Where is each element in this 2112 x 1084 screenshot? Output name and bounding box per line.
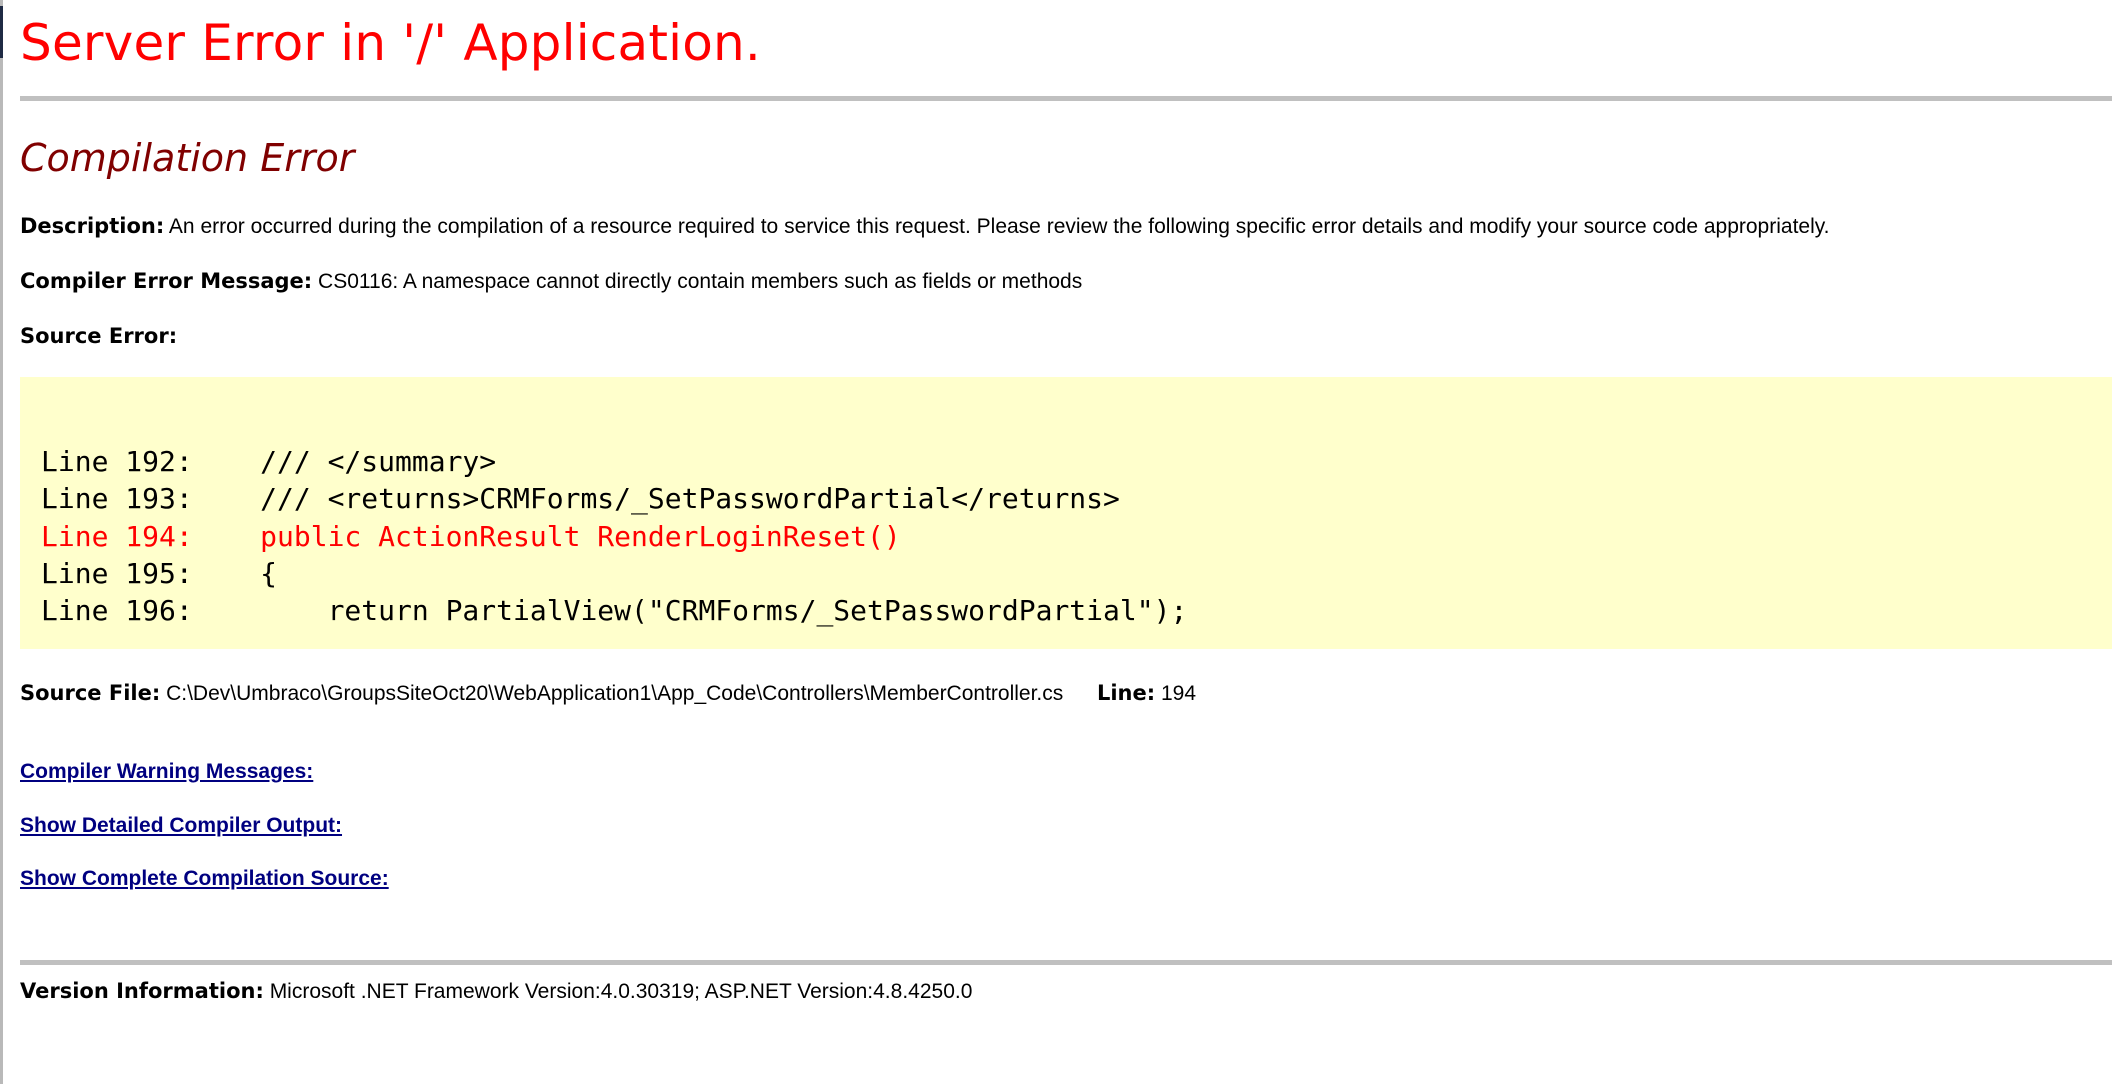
compiler-error-label: Compiler Error Message: xyxy=(20,269,313,293)
compiler-error-row: Compiler Error Message: CS0116: A namesp… xyxy=(20,268,1082,295)
line-number: 194 xyxy=(1160,682,1197,705)
code-line: Line 196: return PartialView("CRMForms/_… xyxy=(41,594,1188,628)
description-label: Description: xyxy=(20,214,165,238)
description-text: An error occurred during the compilation… xyxy=(168,215,1830,238)
source-error-row: Source Error: xyxy=(20,323,177,350)
source-code: Line 192: /// </summary> Line 193: /// <r… xyxy=(41,443,1187,629)
title-divider xyxy=(20,96,2112,101)
code-line: Line 195: { xyxy=(41,556,278,590)
page-title: Server Error in '/' Application. xyxy=(20,14,761,72)
compiler-error-text: CS0116: A namespace cannot directly cont… xyxy=(318,270,1083,293)
line-label: Line: xyxy=(1096,681,1156,705)
source-code-box: Line 192: /// </summary> Line 193: /// <r… xyxy=(20,377,2112,649)
version-text: Microsoft .NET Framework Version:4.0.303… xyxy=(269,980,973,1003)
compiler-warnings-link[interactable]: Compiler Warning Messages: xyxy=(20,760,313,783)
version-label: Version Information: xyxy=(20,979,264,1003)
source-file-label: Source File: xyxy=(20,681,161,705)
source-file-row: Source File: C:\Dev\Umbraco\GroupsSiteOc… xyxy=(20,680,1196,707)
code-line-error: Line 194: public ActionResult RenderLogi… xyxy=(41,519,901,553)
detailed-output-link[interactable]: Show Detailed Compiler Output: xyxy=(20,814,342,837)
source-file-path: C:\Dev\Umbraco\GroupsSiteOct20\WebApplic… xyxy=(166,682,1064,705)
compiler-warnings-row: Compiler Warning Messages: xyxy=(20,760,313,784)
error-type-heading: Compilation Error xyxy=(20,136,355,180)
code-line: Line 192: /// </summary> xyxy=(41,445,497,478)
window-left-edge xyxy=(0,0,3,1084)
complete-source-row: Show Complete Compilation Source: xyxy=(20,867,389,891)
version-row: Version Information: Microsoft .NET Fram… xyxy=(20,978,972,1005)
description-row: Description: An error occurred during th… xyxy=(20,213,1830,240)
detailed-output-row: Show Detailed Compiler Output: xyxy=(20,814,342,838)
code-line: Line 193: /// <returns>CRMForms/_SetPass… xyxy=(41,482,1120,516)
complete-source-link[interactable]: Show Complete Compilation Source: xyxy=(20,867,389,890)
version-divider xyxy=(20,960,2112,965)
source-error-label: Source Error: xyxy=(20,324,178,348)
window-left-edge-accent xyxy=(0,6,3,58)
